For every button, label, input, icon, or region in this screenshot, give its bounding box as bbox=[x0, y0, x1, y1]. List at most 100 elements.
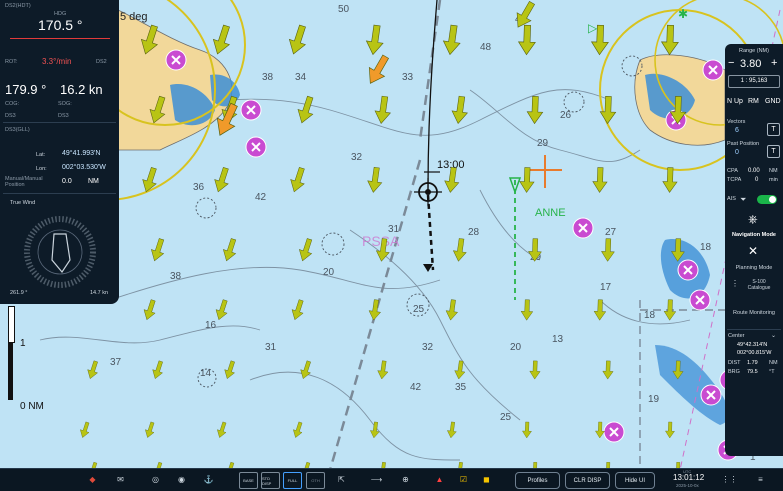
chevron-down-icon[interactable]: ⌄ bbox=[771, 332, 776, 339]
center-lat: 49°42.314'N bbox=[737, 342, 768, 348]
tools-icon: ✕ bbox=[748, 244, 759, 258]
brg-unit: °T bbox=[769, 369, 775, 375]
grid-menu-icon[interactable]: ⋮⋮ bbox=[721, 472, 738, 487]
wind-speed: 14.7 kn bbox=[90, 290, 109, 296]
planning-mode-button[interactable]: ✕ Planning Mode bbox=[725, 244, 783, 274]
vectors-value[interactable]: 6 bbox=[735, 127, 739, 134]
danger-marker-icon[interactable] bbox=[702, 59, 724, 81]
anchor-icon[interactable]: ⚓ bbox=[200, 472, 217, 487]
chart-select-icon[interactable]: ⇱ bbox=[333, 472, 350, 487]
display-settings-panel: Range (NM) − 3.80 + 1 : 95,163 N Up RM G… bbox=[725, 44, 783, 456]
dist-value: 1.79 bbox=[747, 360, 758, 366]
caution-icon[interactable]: ◼ bbox=[478, 472, 495, 487]
ground-stabilized-button[interactable]: GND bbox=[765, 98, 781, 105]
cog-label: COG: bbox=[5, 101, 20, 107]
display-full-button[interactable]: FULL bbox=[283, 472, 302, 489]
scale-value-field[interactable]: 1 : 95,163 bbox=[728, 75, 780, 88]
depth-sounding: 19 bbox=[648, 394, 660, 405]
center-label: Center bbox=[728, 333, 745, 339]
hide-ui-button[interactable]: Hide UI bbox=[615, 472, 655, 489]
danger-marker-icon[interactable] bbox=[700, 384, 722, 406]
ship-wheel-icon: ⎈ bbox=[748, 212, 758, 226]
rot-indicator bbox=[10, 38, 110, 39]
depth-sounding: 26 bbox=[560, 110, 572, 121]
hdg-value: 170.5 ° bbox=[38, 17, 83, 33]
profiles-button[interactable]: Profiles bbox=[515, 472, 560, 489]
bottom-toolbar: ◆ ✉ ◎ ◉ ⚓ BASE STD DISP FULL OTH ⇱ ⟶ ⊕ ▲… bbox=[0, 468, 783, 491]
sog-value: 16.2 kn bbox=[60, 82, 103, 97]
ais-filter-icon[interactable]: ⏷ bbox=[740, 195, 746, 205]
ais-toggle[interactable] bbox=[757, 195, 777, 204]
display-other-button[interactable]: OTH bbox=[306, 472, 325, 489]
clear-display-button[interactable]: CLR DISP bbox=[565, 472, 610, 489]
depth-sounding: 31 bbox=[265, 342, 277, 353]
lon-value: 002°03.530'W bbox=[62, 164, 106, 171]
past-position-value[interactable]: 0 bbox=[735, 149, 739, 156]
relative-motion-button[interactable]: RM bbox=[748, 98, 759, 105]
display-base-button[interactable]: BASE bbox=[239, 472, 258, 489]
depth-sounding: 20 bbox=[323, 267, 335, 278]
depth-sounding: 29 bbox=[537, 138, 549, 149]
center-lon: 002°00.815'W bbox=[737, 350, 772, 356]
wind-dial bbox=[24, 216, 96, 288]
danger-marker-icon[interactable] bbox=[165, 49, 187, 71]
past-position-true-button[interactable]: T bbox=[767, 145, 780, 158]
range-plus-button[interactable]: + bbox=[771, 57, 777, 69]
brg-value: 79.5 bbox=[747, 369, 758, 375]
depth-sounding: 31 bbox=[388, 224, 400, 235]
route-monitoring-label[interactable]: Route Monitoring bbox=[725, 310, 783, 316]
exbl-icon[interactable]: ◉ bbox=[173, 472, 190, 487]
depth-sounding: 32 bbox=[351, 152, 363, 163]
navigation-mode-button[interactable]: ⎈ Navigation Mode bbox=[725, 210, 783, 242]
route-arrow-icon[interactable]: ⟶ bbox=[368, 472, 385, 487]
rot-label: ROT: bbox=[5, 59, 18, 65]
depth-sounding: 34 bbox=[295, 72, 307, 83]
danger-marker-icon[interactable] bbox=[240, 99, 262, 121]
danger-marker-icon[interactable] bbox=[603, 421, 625, 443]
vectors-true-button[interactable]: T bbox=[767, 123, 780, 136]
map-scale-label: 5 deg bbox=[120, 11, 148, 23]
target-circle-icon[interactable]: ◎ bbox=[147, 472, 164, 487]
hdg-source: DS2(HDT) bbox=[5, 3, 31, 9]
beacon-icon: ✱ bbox=[678, 7, 688, 21]
vectors-label: Vectors bbox=[727, 119, 746, 125]
range-minus-button[interactable]: − bbox=[728, 57, 734, 69]
cog-source: DS3 bbox=[5, 113, 16, 119]
depth-sounding: 25 bbox=[500, 412, 512, 423]
danger-marker-icon[interactable] bbox=[572, 217, 594, 239]
depth-sounding: 20 bbox=[510, 342, 522, 353]
depth-sounding: 37 bbox=[110, 357, 122, 368]
manual-position-unit: NM bbox=[88, 178, 99, 185]
range-label: Range (NM) bbox=[739, 48, 769, 54]
alarm-warning-icon[interactable]: ▲ bbox=[431, 472, 448, 487]
depth-sounding: 38 bbox=[262, 72, 274, 83]
cpa-value[interactable]: 0.00 bbox=[748, 168, 760, 174]
danger-marker-icon[interactable] bbox=[677, 259, 699, 281]
cpa-unit: NM bbox=[769, 168, 778, 174]
depth-sounding: 27 bbox=[605, 227, 617, 238]
depth-sounding: 13 bbox=[552, 334, 564, 345]
more-icon: ⋮ bbox=[731, 279, 739, 288]
dist-label: DIST bbox=[728, 360, 741, 366]
s100-catalogue-label: S-100 Catalogue bbox=[747, 279, 771, 291]
scale-bar-top: 1 bbox=[20, 338, 26, 349]
north-up-button[interactable]: N Up bbox=[727, 98, 743, 105]
acknowledge-check-icon[interactable]: ☑ bbox=[455, 472, 472, 487]
navigation-mode-label: Navigation Mode bbox=[731, 232, 776, 238]
crosshair-icon[interactable]: ⊕ bbox=[397, 472, 414, 487]
mail-icon[interactable]: ✉ bbox=[112, 472, 129, 487]
depth-sounding: 25 bbox=[413, 304, 425, 315]
tcpa-value[interactable]: 0 bbox=[755, 177, 758, 183]
planning-mode-label: Planning Mode bbox=[735, 265, 773, 271]
depth-sounding: 33 bbox=[402, 72, 414, 83]
display-standard-button[interactable]: STD DISP bbox=[261, 472, 280, 489]
danger-marker-icon[interactable] bbox=[245, 136, 267, 158]
depth-sounding: 36 bbox=[193, 182, 205, 193]
utc-date: 2025-10-0x bbox=[676, 483, 699, 488]
s100-catalogue-button[interactable]: ⋮ S-100 Catalogue bbox=[725, 276, 783, 298]
alarm-diamond-icon[interactable]: ◆ bbox=[84, 472, 101, 487]
wind-direction: 261.9 ° bbox=[10, 290, 28, 296]
lat-value: 49°41.993'N bbox=[62, 150, 101, 157]
burger-menu-icon[interactable]: ≡ bbox=[752, 472, 769, 487]
danger-marker-icon[interactable] bbox=[689, 289, 711, 311]
